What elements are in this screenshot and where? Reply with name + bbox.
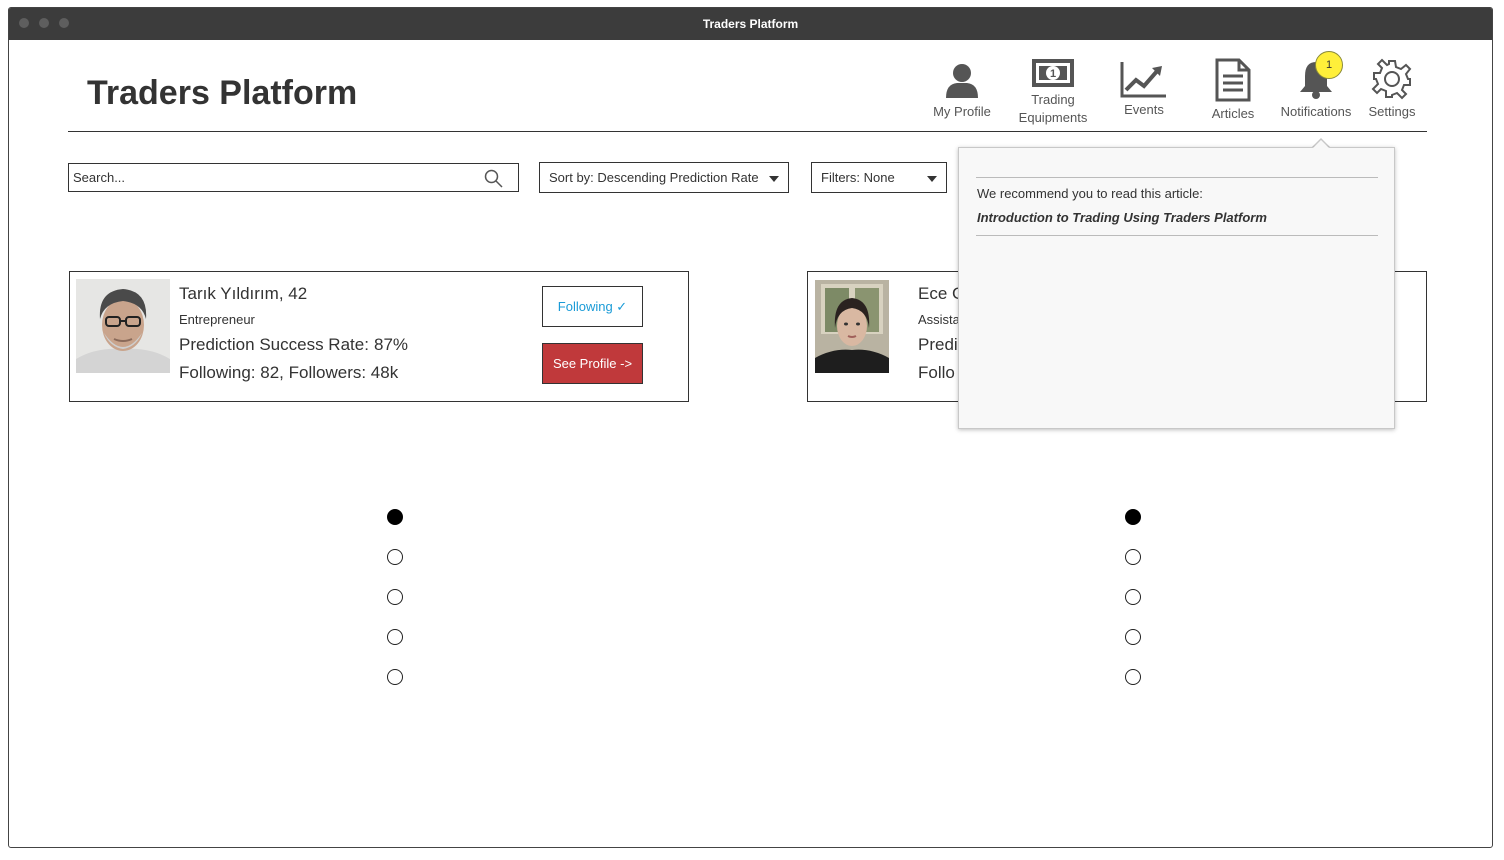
gear-icon [1371, 58, 1412, 100]
pager-dot[interactable] [1125, 589, 1141, 605]
avatar[interactable] [815, 280, 889, 373]
follow-stats: Follo [918, 363, 955, 382]
pager-dot[interactable] [1125, 629, 1141, 645]
trader-name: Tarık Yıldırım, 42 [179, 284, 308, 303]
nav-label-line2: Equipments [1018, 110, 1088, 125]
search-input[interactable] [73, 168, 473, 187]
filter-dropdown-label: Filters: None [821, 170, 895, 185]
pager-dot[interactable] [387, 589, 403, 605]
pager-dot[interactable] [1125, 509, 1141, 525]
notification-popover: We recommend you to read this article: I… [958, 147, 1395, 429]
nav-my-profile[interactable]: My Profile [930, 62, 994, 121]
pager-dot[interactable] [387, 509, 403, 525]
nav-events[interactable]: Events [1117, 60, 1171, 119]
window-title: Traders Platform [702, 17, 799, 31]
filter-dropdown[interactable]: Filters: None [811, 162, 947, 193]
header-divider [68, 131, 1427, 132]
prediction-rate-label: Prediction Success Rate: [179, 335, 369, 354]
popover-divider [976, 177, 1378, 178]
pager-dot[interactable] [387, 549, 403, 565]
pager-dot[interactable] [1125, 669, 1141, 685]
nav-label: Notifications [1280, 104, 1352, 119]
nav-label: My Profile [933, 104, 991, 119]
pager-dot[interactable] [387, 669, 403, 685]
nav-label: Trading [1031, 92, 1075, 107]
search-box[interactable] [68, 163, 519, 192]
document-icon [1215, 58, 1251, 102]
chevron-down-icon [769, 176, 779, 182]
nav-articles[interactable]: Articles [1204, 58, 1262, 123]
sort-dropdown[interactable]: Sort by: Descending Prediction Rate [539, 162, 789, 193]
trader-role: Assista [918, 312, 960, 327]
svg-text:1: 1 [1050, 68, 1056, 80]
chevron-down-icon [927, 176, 937, 182]
page-title: Traders Platform [87, 74, 358, 112]
following-button[interactable]: Following ✓ [542, 286, 643, 327]
notification-count-badge: 1 [1315, 51, 1343, 79]
chart-icon [1120, 62, 1166, 98]
trader-card: Tarık Yıldırım, 42 Entrepreneur Predicti… [69, 271, 689, 402]
user-icon [946, 64, 978, 98]
money-icon: 1 [1032, 59, 1074, 87]
nav-label: Articles [1211, 106, 1255, 121]
app-window: Traders Platform Traders Platform My Pro… [8, 7, 1493, 848]
see-profile-button[interactable]: See Profile -> [542, 343, 643, 384]
search-icon[interactable] [484, 169, 503, 188]
notification-message: We recommend you to read this article: [977, 186, 1203, 201]
pager-dot[interactable] [387, 629, 403, 645]
prediction-rate-label: Predi [918, 335, 958, 354]
pager-dot[interactable] [1125, 549, 1141, 565]
nav-label: Settings [1368, 104, 1416, 119]
sort-dropdown-label: Sort by: Descending Prediction Rate [549, 170, 759, 185]
popover-arrow-inner [1312, 140, 1330, 149]
trader-role: Entrepreneur [179, 312, 255, 327]
avatar[interactable] [76, 279, 170, 373]
prediction-rate-value: 87% [374, 335, 409, 354]
nav-trading-equipments[interactable]: 1 Trading Equipments [1015, 58, 1091, 127]
nav-settings[interactable]: Settings [1364, 58, 1420, 121]
popover-divider [976, 235, 1378, 236]
window-titlebar: Traders Platform [9, 8, 1492, 40]
article-link[interactable]: Introduction to Trading Using Traders Pl… [977, 210, 1267, 225]
follow-stats: Following: 82, Followers: 48k [179, 363, 399, 382]
nav-label: Events [1124, 102, 1164, 117]
